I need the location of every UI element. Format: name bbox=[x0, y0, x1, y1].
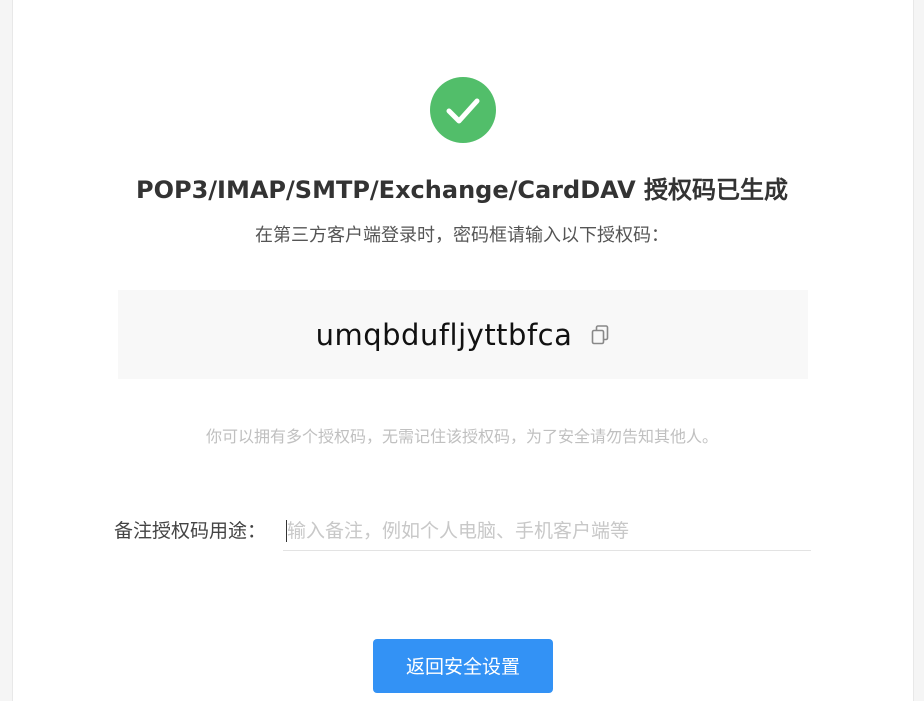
copy-icon[interactable] bbox=[590, 324, 610, 346]
back-to-security-settings-button[interactable]: 返回安全设置 bbox=[373, 639, 553, 693]
auth-code-box: umqbdufljyttbfca bbox=[118, 290, 808, 379]
page-title: POP3/IMAP/SMTP/Exchange/CardDAV 授权码已生成 bbox=[136, 176, 788, 204]
instruction-text: 在第三方客户端登录时，密码框请输入以下授权码： bbox=[255, 225, 669, 246]
success-check-icon bbox=[430, 77, 496, 143]
text-caret bbox=[286, 520, 287, 542]
auth-code-value[interactable]: umqbdufljyttbfca bbox=[316, 315, 573, 355]
note-input[interactable] bbox=[283, 511, 811, 551]
security-hint: 你可以拥有多个授权码，无需记住该授权码，为了安全请勿告知其他人。 bbox=[205, 427, 718, 446]
note-label: 备注授权码用途： bbox=[114, 520, 267, 542]
